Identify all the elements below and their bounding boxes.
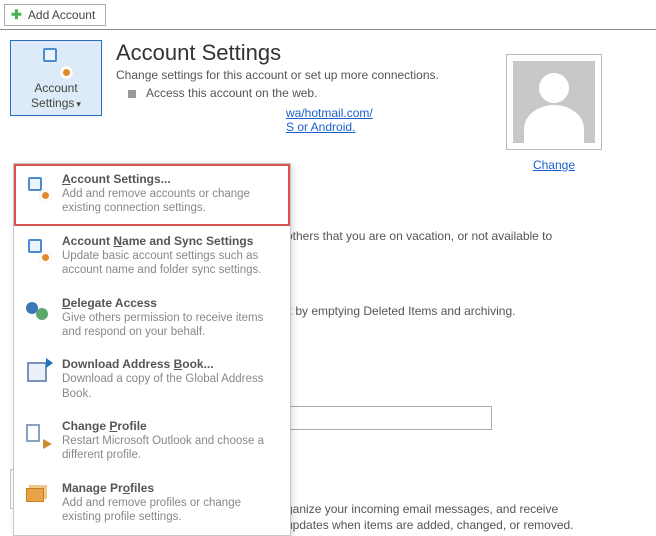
add-account-label: Add Account [28, 8, 95, 22]
topbar: ✚ Add Account [0, 0, 656, 30]
owa-link[interactable]: wa/hotmail.com/ [286, 106, 373, 120]
menu-item-name-sync[interactable]: Account Name and Sync Settings Update ba… [14, 226, 290, 288]
menu-item-delegate-access[interactable]: Delegate Access Give others permission t… [14, 288, 290, 350]
menu-item-change-profile[interactable]: Change Profile Restart Microsoft Outlook… [14, 411, 290, 473]
chevron-down-icon: ▾ [76, 99, 81, 109]
ribbon-label-line1: Account [34, 81, 77, 96]
menu-item-desc: Restart Microsoft Outlook and choose a d… [62, 434, 280, 463]
menu-item-desc: Download a copy of the Global Address Bo… [62, 372, 280, 401]
account-settings-dropdown-button[interactable]: Account Settings▾ [10, 40, 102, 116]
ribbon-label-line2: Settings▾ [31, 96, 81, 111]
name-sync-icon [24, 236, 52, 264]
account-settings-icon [39, 45, 73, 79]
rules-text-fragment: ganize your incoming email messages, and… [286, 501, 644, 535]
manage-profiles-icon [24, 483, 52, 511]
account-settings-menu: Account Settings... Add and remove accou… [13, 163, 291, 536]
avatar-frame [506, 54, 602, 150]
mailbox-size-box [286, 406, 492, 430]
mailbox-text-fragment: x by emptying Deleted Items and archivin… [286, 303, 644, 320]
menu-item-title: Account Name and Sync Settings [62, 234, 280, 248]
menu-item-title: Delegate Access [62, 296, 280, 310]
delegate-icon [24, 298, 52, 326]
menu-item-title: Account Settings... [62, 172, 280, 186]
menu-item-title: Change Profile [62, 419, 280, 433]
menu-item-desc: Update basic account settings such as ac… [62, 249, 280, 278]
plus-icon: ✚ [11, 7, 22, 23]
vacation-text-fragment: others that you are on vacation, or not … [286, 228, 636, 245]
menu-item-download-address-book[interactable]: Download Address Book... Download a copy… [14, 349, 290, 411]
address-book-icon [24, 359, 52, 387]
menu-item-desc: Give others permission to receive items … [62, 311, 280, 340]
change-photo-link[interactable]: Change [533, 158, 575, 172]
mobile-link[interactable]: S or Android. [286, 120, 355, 134]
menu-item-account-settings[interactable]: Account Settings... Add and remove accou… [14, 164, 290, 226]
avatar-box: Change [506, 54, 602, 172]
bullet-web-text: Access this account on the web. [146, 86, 317, 100]
menu-item-manage-profiles[interactable]: Manage Profiles Add and remove profiles … [14, 473, 290, 535]
bullet-icon [128, 90, 136, 98]
account-settings-icon [24, 174, 52, 202]
menu-item-desc: Add and remove profiles or change existi… [62, 496, 280, 525]
menu-item-title: Manage Profiles [62, 481, 280, 495]
change-profile-icon [24, 421, 52, 449]
menu-item-desc: Add and remove accounts or change existi… [62, 187, 280, 216]
add-account-button[interactable]: ✚ Add Account [4, 4, 106, 26]
avatar-placeholder-icon [513, 61, 595, 143]
menu-item-title: Download Address Book... [62, 357, 280, 371]
